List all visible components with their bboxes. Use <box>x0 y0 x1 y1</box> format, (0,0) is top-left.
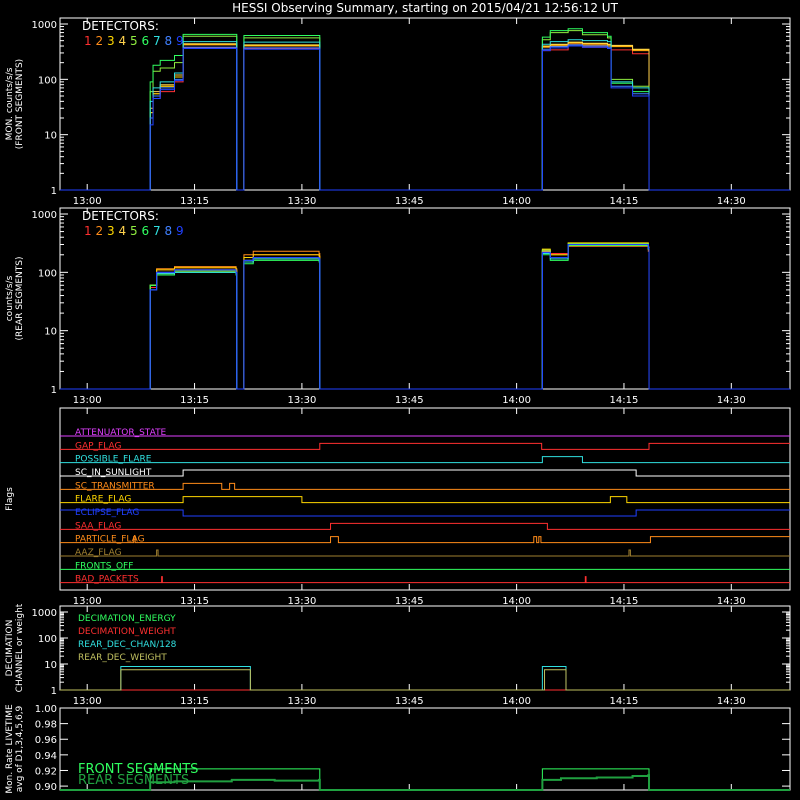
rear-legend-detector: 7 <box>153 224 161 238</box>
flags-xtick-label: 14:00 <box>502 596 531 607</box>
flag-label: FRONTS_OFF <box>75 561 133 571</box>
rear-legend-detector: 9 <box>176 224 184 238</box>
livetime-ylabel: Mon. Rate LIVETIME <box>5 704 15 794</box>
livetime-ytick-label: 0.90 <box>35 782 57 793</box>
flag-label: SC_IN_SUNLIGHT <box>75 468 152 478</box>
rear-legend-detector: 6 <box>142 224 150 238</box>
flag-label: ATTENUATOR_STATE <box>75 428 167 438</box>
flag-label: PARTICLE_FLAG <box>75 535 145 545</box>
rear-legend-detector: 5 <box>130 224 138 238</box>
flag-label: GAP_FLAG <box>75 441 121 451</box>
front-xtick-label: 13:00 <box>73 196 102 207</box>
flags-xtick-label: 13:30 <box>287 596 316 607</box>
decimation-xtick-label: 13:30 <box>287 696 316 707</box>
front-ytick-label: 100 <box>38 75 57 86</box>
rear-legend-detector: 4 <box>119 224 127 238</box>
front-legend-detector: 8 <box>165 34 173 48</box>
livetime-ylabel: avg of D1,3,4,5,6,9 <box>15 705 25 792</box>
rear-ytick-label: 1000 <box>32 210 57 221</box>
front-xtick-label: 14:30 <box>717 196 746 207</box>
front-ylabel: MON. counts/s/s <box>5 67 15 140</box>
decimation-xtick-label: 13:15 <box>180 696 209 707</box>
livetime-legend-label: REAR SEGMENTS <box>78 773 189 788</box>
front-legend-detector: 7 <box>153 34 161 48</box>
rear-xtick-label: 14:30 <box>717 395 746 406</box>
livetime-ytick-label: 1.00 <box>35 704 57 715</box>
flag-label: FLARE_FLAG <box>75 495 131 505</box>
decimation-legend-label: DECIMATION_WEIGHT <box>78 627 176 637</box>
rear-legend-detector: 1 <box>84 224 92 238</box>
front-ytick-label: 1000 <box>32 20 57 31</box>
livetime-ytick-label: 0.94 <box>35 751 57 762</box>
flags-xtick-label: 14:15 <box>610 596 639 607</box>
decimation-ytick-label: 1000 <box>32 608 57 619</box>
front-xtick-label: 13:45 <box>395 196 424 207</box>
rear-xtick-label: 13:15 <box>180 395 209 406</box>
front-legend-detector: 2 <box>96 34 104 48</box>
decimation-xtick-label: 14:15 <box>610 696 639 707</box>
decimation-ylabel: DECIMATION <box>5 620 15 677</box>
front-ylabel: (FRONT SEGMENTS) <box>15 59 25 149</box>
rear-legend-detector: 3 <box>107 224 115 238</box>
front-legend-detector: 5 <box>130 34 138 48</box>
decimation-legend-label: DECIMATION_ENERGY <box>78 614 176 624</box>
rear-ytick-label: 100 <box>38 268 57 279</box>
decimation-ytick-label: 10 <box>44 660 57 671</box>
rear-xtick-label: 14:15 <box>610 395 639 406</box>
decimation-ylabel: CHANNEL or weight <box>15 603 25 692</box>
rear-ytick-label: 10 <box>44 327 57 338</box>
front-legend-detector: 3 <box>107 34 115 48</box>
decimation-xtick-label: 13:00 <box>73 696 102 707</box>
flag-label: AAZ_FLAG <box>75 548 122 558</box>
flags-xtick-label: 13:00 <box>73 596 102 607</box>
flag-label: ECLIPSE_FLAG <box>75 508 139 518</box>
rear-ytick-label: 1 <box>51 385 57 396</box>
front-xtick-label: 13:30 <box>287 196 316 207</box>
rear-xtick-label: 14:00 <box>502 395 531 406</box>
front-legend-detector: 9 <box>176 34 184 48</box>
front-xtick-label: 14:15 <box>610 196 639 207</box>
decimation-xtick-label: 14:00 <box>502 696 531 707</box>
decimation-legend-label: REAR_DEC_WEIGHT <box>78 653 167 663</box>
rear-legend-detector: 2 <box>96 224 104 238</box>
front-xtick-label: 14:00 <box>502 196 531 207</box>
hessi-summary-figure: HESSI Observing Summary, starting on 201… <box>0 0 800 800</box>
front-ytick-label: 10 <box>44 131 57 142</box>
flag-label: SAA_FLAG <box>75 521 121 531</box>
decimation-xtick-label: 13:45 <box>395 696 424 707</box>
front-xtick-label: 13:15 <box>180 196 209 207</box>
front-legend-title: DETECTORS: <box>82 19 159 33</box>
front-ytick-label: 1 <box>51 186 57 197</box>
flags-xtick-label: 14:30 <box>717 596 746 607</box>
flag-label: BAD_PACKETS <box>75 575 139 585</box>
flags-xtick-label: 13:15 <box>180 596 209 607</box>
livetime-ytick-label: 0.96 <box>35 735 57 746</box>
livetime-ytick-label: 0.92 <box>35 766 57 777</box>
front-legend-detector: 1 <box>84 34 92 48</box>
front-legend-detector: 6 <box>142 34 150 48</box>
decimation-ytick-label: 1 <box>51 686 57 697</box>
rear-xtick-label: 13:30 <box>287 395 316 406</box>
rear-xtick-label: 13:45 <box>395 395 424 406</box>
livetime-ytick-label: 0.98 <box>35 720 57 731</box>
decimation-legend-label: REAR_DEC_CHAN/128 <box>78 640 177 650</box>
rear-legend-title: DETECTORS: <box>82 209 159 223</box>
rear-ylabel: (REAR SEGMENTS) <box>15 256 25 340</box>
flag-label: SC_TRANSMITTER <box>75 481 155 491</box>
flag-label: POSSIBLE_FLARE <box>75 455 152 465</box>
flags-xtick-label: 13:45 <box>395 596 424 607</box>
decimation-xtick-label: 14:30 <box>717 696 746 707</box>
rear-legend-detector: 8 <box>165 224 173 238</box>
rear-ylabel: counts/s/s <box>5 275 15 321</box>
front-legend-detector: 4 <box>119 34 127 48</box>
flags-ylabel: Flags <box>5 487 15 511</box>
rear-xtick-label: 13:00 <box>73 395 102 406</box>
decimation-ytick-label: 100 <box>38 634 57 645</box>
figure-title: HESSI Observing Summary, starting on 201… <box>232 1 618 15</box>
